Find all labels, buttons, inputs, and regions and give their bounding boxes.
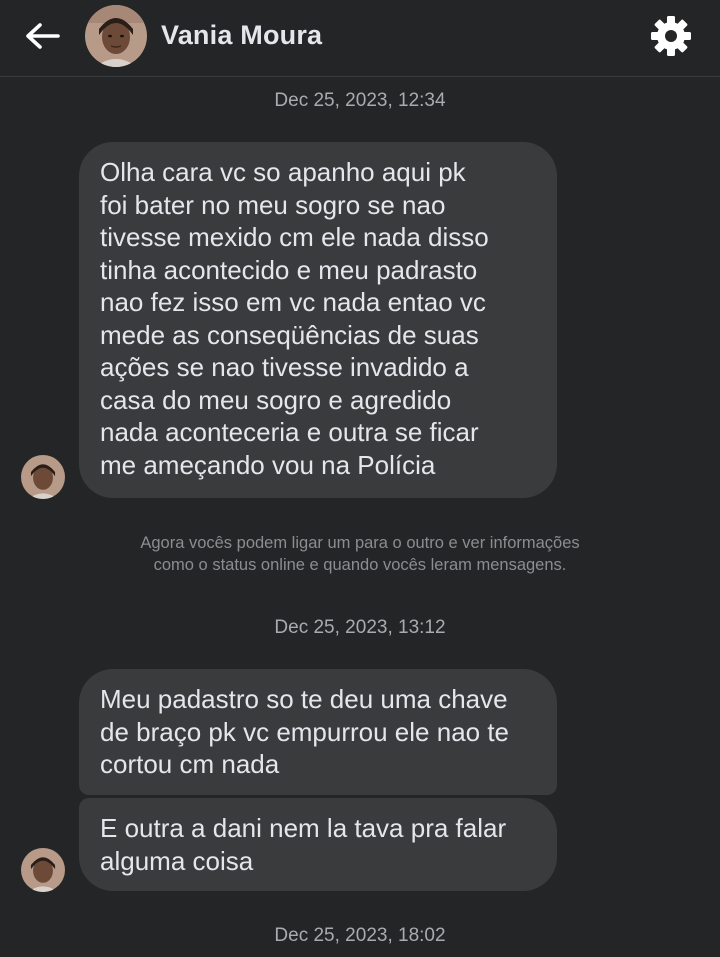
arrow-left-icon [26,23,60,49]
incoming-message-bubble[interactable]: Olha cara vc so apanho aqui pk foi bater… [79,142,557,498]
connection-notice: Agora vocês podem ligar um para o outro … [60,532,660,576]
gear-icon [651,16,691,56]
profile-photo-icon [21,455,65,499]
sender-avatar[interactable] [21,848,65,892]
profile-photo-icon [85,5,147,67]
notice-line-2: como o status online e quando vocês lera… [153,556,567,574]
sender-avatar[interactable] [21,455,65,499]
back-button[interactable] [20,16,64,56]
incoming-message-bubble[interactable]: Meu padastro so te deu uma chave de braç… [79,669,557,795]
message-timestamp: Dec 25, 2023, 13:12 [274,617,446,638]
message-timestamp: Dec 25, 2023, 12:34 [274,90,446,111]
profile-photo-icon [21,848,65,892]
notice-line-1: Agora vocês podem ligar um para o outro … [140,534,580,552]
messenger-chat-screen: Vania Moura Dec 25, 2023, 12:34 Olha car… [0,0,720,957]
settings-button[interactable] [648,13,694,59]
chat-header: Vania Moura [0,0,720,77]
contact-avatar[interactable] [85,5,147,67]
message-timestamp: Dec 25, 2023, 18:02 [274,925,446,946]
incoming-message-bubble[interactable]: E outra a dani nem la tava pra falar alg… [79,798,557,891]
contact-name[interactable]: Vania Moura [161,20,322,51]
